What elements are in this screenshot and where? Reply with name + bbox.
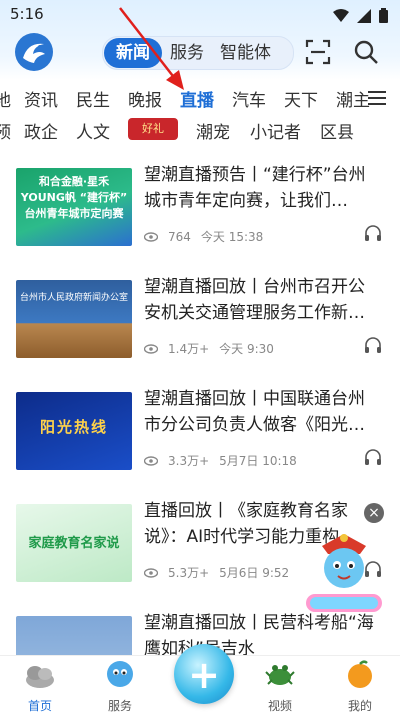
nav-label: 服务: [107, 699, 132, 713]
thumbnail-caption: 和合金融·星禾YOUNG帆 “建行杯” 台州青年城市定向赛: [20, 175, 128, 220]
app-header: 新闻 服务 智能体: [0, 32, 400, 72]
tab-chaozhu[interactable]: 潮主: [336, 86, 370, 111]
tab-quxian[interactable]: 区县: [320, 118, 354, 143]
news-title: 望潮直播预告丨“建行杯”台州城市青年定向赛，让我们…: [144, 165, 366, 211]
views-icon: [144, 455, 158, 466]
nav-label: 我的: [347, 699, 372, 713]
news-meta: 3.3万+ 5月7日 10:18: [144, 452, 297, 469]
news-views: 5.3万+: [168, 566, 210, 580]
news-views: 3.3万+: [168, 454, 210, 468]
news-meta: 764 今天 15:38: [144, 228, 263, 245]
headphones-icon[interactable]: [364, 448, 382, 466]
news-thumbnail: 阳光热线: [16, 392, 132, 470]
news-views: 764: [168, 229, 191, 244]
service-icon: [107, 661, 133, 687]
close-icon[interactable]: ×: [364, 503, 384, 523]
video-icon: [265, 665, 295, 685]
views-icon: [144, 567, 158, 578]
gift-badge[interactable]: 好礼: [128, 118, 178, 140]
home-icon: [26, 666, 54, 688]
nav-home[interactable]: 首页: [10, 658, 70, 714]
publish-plus-button[interactable]: +: [174, 644, 234, 704]
mascot-icon[interactable]: [300, 530, 388, 618]
tab-car[interactable]: 汽车: [232, 86, 266, 111]
nav-label: 视频: [267, 699, 292, 713]
thumbnail-caption: 家庭教育名家说: [28, 536, 120, 551]
news-meta: 5.3万+ 5月6日 9:52: [144, 564, 289, 581]
thumbnail-caption: 阳光热线: [39, 418, 108, 436]
nav-video[interactable]: 视频: [250, 658, 310, 714]
tab-channel[interactable]: 预: [0, 118, 11, 143]
search-icon[interactable]: [352, 38, 380, 66]
news-item[interactable]: 台州市人民政府新闻办公室 望潮直播回放丨台州市召开公安机关交通管理服务工作新… …: [0, 266, 400, 378]
status-time: 5:16: [10, 5, 44, 23]
nav-profile[interactable]: 我的: [330, 658, 390, 714]
channel-tabs-row1: 地 资讯 民生 晚报 直播 汽车 天下 潮主: [0, 82, 370, 114]
news-title: 望潮直播回放丨中国联通台州市分公司负责人做客《阳光…: [144, 389, 365, 435]
tab-zixun[interactable]: 资讯: [24, 86, 58, 111]
tab-channel[interactable]: 地: [0, 86, 11, 111]
tab-wanbao[interactable]: 晚报: [128, 86, 162, 111]
news-thumbnail: 家庭教育名家说: [16, 504, 132, 582]
segment-news[interactable]: 新闻: [104, 38, 162, 68]
status-icons: [333, 8, 388, 23]
news-date: 今天 15:38: [200, 230, 264, 244]
views-icon: [144, 231, 158, 242]
views-icon: [144, 343, 158, 354]
headphones-icon[interactable]: [364, 336, 382, 354]
tab-chaochong[interactable]: 潮宠: [196, 118, 230, 143]
plus-icon: +: [188, 653, 220, 697]
channel-tabs-row2: 预 政企 人文 潮宠 小记者 区县: [0, 114, 400, 144]
news-thumbnail: 和合金融·星禾YOUNG帆 “建行杯” 台州青年城市定向赛: [16, 168, 132, 246]
tab-zhengqi[interactable]: 政企: [24, 118, 58, 143]
news-views: 1.4万+: [168, 342, 210, 356]
tab-minsheng[interactable]: 民生: [76, 86, 110, 111]
segment-agent[interactable]: 智能体: [212, 38, 279, 68]
nav-service[interactable]: 服务: [90, 658, 150, 714]
thumbnail-caption: 台州市人民政府新闻办公室: [19, 293, 128, 303]
tab-world[interactable]: 天下: [284, 86, 318, 111]
news-title: 望潮直播回放丨台州市召开公安机关交通管理服务工作新…: [144, 277, 365, 323]
profile-icon: [348, 660, 372, 688]
news-thumbnail: 台州市人民政府新闻办公室: [16, 280, 132, 358]
nav-label: 首页: [27, 699, 52, 713]
tab-renwen[interactable]: 人文: [76, 118, 110, 143]
top-segment-control: 新闻 服务 智能体: [102, 36, 294, 70]
status-bar: 5:16: [0, 0, 400, 30]
segment-service[interactable]: 服务: [162, 38, 212, 68]
app-logo-icon[interactable]: [14, 32, 54, 72]
news-date: 今天 9:30: [219, 342, 274, 356]
tab-live[interactable]: 直播: [180, 86, 214, 111]
headphones-icon[interactable]: [364, 224, 382, 242]
wifi-icon: [333, 8, 349, 22]
tab-xiaojizhe[interactable]: 小记者: [250, 118, 301, 143]
news-item[interactable]: 阳光热线 望潮直播回放丨中国联通台州市分公司负责人做客《阳光… 3.3万+ 5月…: [0, 378, 400, 490]
menu-icon[interactable]: [368, 90, 386, 106]
news-date: 5月7日 10:18: [219, 454, 297, 468]
news-meta: 1.4万+ 今天 9:30: [144, 340, 274, 357]
battery-icon: [379, 8, 388, 23]
news-date: 5月6日 9:52: [219, 566, 290, 580]
signal-icon: [357, 8, 371, 23]
scan-icon[interactable]: [304, 38, 332, 66]
news-item[interactable]: 和合金融·星禾YOUNG帆 “建行杯” 台州青年城市定向赛 望潮直播预告丨“建行…: [0, 154, 400, 266]
